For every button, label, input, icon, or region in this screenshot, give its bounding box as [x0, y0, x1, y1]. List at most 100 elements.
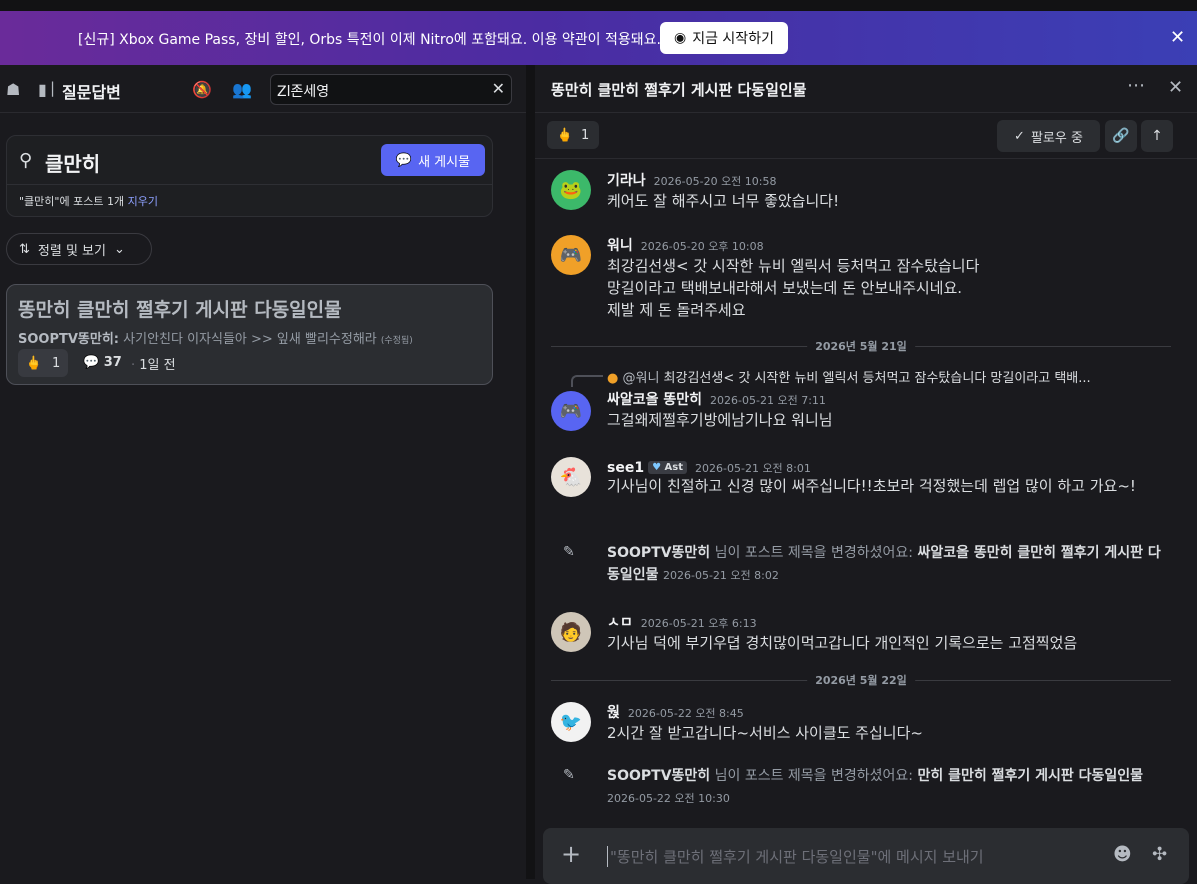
message-text: 기사님이 친절하고 신경 많이 써주십니다!!초보라 걱정했는데 렙업 많이 하…: [607, 477, 1136, 495]
nitro-promo-banner: [신규] Xbox Game Pass, 장비 할인, Orbs 특전이 이제 …: [0, 11, 1197, 65]
message-author[interactable]: 웑: [607, 705, 620, 721]
banner-text: [신규] Xbox Game Pass, 장비 할인, Orbs 특전이 이제 …: [78, 32, 661, 48]
reply-avatar-icon: ●: [607, 371, 619, 386]
avatar[interactable]: 🎮: [551, 391, 591, 431]
post-time: · 1일 전: [131, 354, 176, 373]
message-header: 싸알코올 똥만히 2026-05-21 오전 7:11: [607, 389, 826, 409]
following-button[interactable]: ✓ 팔로우 중: [997, 120, 1100, 152]
post-search-input[interactable]: 클만히: [45, 148, 100, 177]
post-author: SOOPTV똥만히:: [18, 332, 120, 347]
post-search-box: ⚲ 클만히 💬 새 게시물 "클만히"에 포스트 1개 지우기: [6, 135, 493, 217]
system-message-text: SOOPTV똥만히 님이 포스트 제목을 변경하셨어요: 싸알코올 똥만히 클만…: [607, 542, 1167, 587]
thread-reaction[interactable]: 🖕 1: [547, 121, 599, 149]
message-time: 2026-05-21 오전 7:11: [710, 394, 826, 407]
system-author[interactable]: SOOPTV똥만히: [607, 768, 710, 784]
message-author[interactable]: 워니: [607, 238, 633, 254]
message-text: 2시간 잘 받고갑니다~서비스 사이클도 주십니다~: [607, 724, 923, 742]
message-text: 케어도 잘 해주시고 너무 좋았습니다!: [607, 192, 840, 210]
time-dot: ·: [131, 358, 136, 373]
sort-label: 정렬 및 보기: [37, 243, 106, 259]
message-composer: + "똥만히 클만히 쩔후기 게시판 다동일인물"에 메시지 보내기 ☻ ✣: [543, 828, 1189, 884]
post-comment-count: 💬 37: [83, 355, 122, 370]
channel-name: 질문답변: [62, 83, 121, 102]
reply-connector: [571, 375, 603, 387]
comment-count: 37: [103, 355, 122, 370]
new-post-button[interactable]: 💬 새 게시물: [381, 144, 485, 176]
thread-reaction-count: 1: [580, 127, 590, 143]
mute-bell-icon[interactable]: 🔕: [192, 80, 212, 99]
message-text: 최강김선생< 갓 시작한 뉴비 엘릭서 등처먹고 잠수탔습니다 망길이라고 택배…: [607, 257, 980, 319]
message-author[interactable]: 싸알코올 똥만히: [607, 392, 702, 408]
copy-link-icon[interactable]: 🔗: [1105, 120, 1137, 152]
post-reaction[interactable]: 🖕 1: [18, 349, 68, 377]
banner-start-button[interactable]: ◉ 지금 시작하기: [660, 22, 788, 54]
channel-search-input[interactable]: Zl존세영 ✕: [270, 74, 512, 105]
apps-icon[interactable]: ✣: [1152, 844, 1167, 865]
reply-preview[interactable]: ● @워니 최강김선생< 갓 시작한 뉴비 엘릭서 등처먹고 잠수탔습니다 망길…: [607, 367, 1091, 386]
members-icon[interactable]: 👥: [232, 80, 252, 99]
sort-icon: ⇅: [19, 241, 30, 257]
thread-reaction-emoji: 🖕: [556, 127, 573, 143]
reaction-count: 1: [51, 355, 61, 371]
threads-icon[interactable]: ☗: [6, 80, 20, 99]
window-top-strip: [0, 0, 1197, 11]
system-author[interactable]: SOOPTV똥만히: [607, 545, 710, 561]
message-input[interactable]: "똥만히 클만히 쩔후기 게시판 다동일인물"에 메시지 보내기: [607, 846, 984, 867]
system-time: 2026-05-22 오전 10:30: [607, 792, 730, 805]
sort-and-view-button[interactable]: ⇅ 정렬 및 보기 ⌄: [6, 233, 152, 265]
nitro-icon: ◉: [674, 30, 687, 46]
avatar[interactable]: 🎮: [551, 235, 591, 275]
server-tag: Ast: [664, 462, 684, 473]
clear-search-icon[interactable]: ✕: [492, 79, 505, 98]
upload-plus-icon[interactable]: +: [561, 840, 581, 868]
reply-text: 최강김선생< 갓 시작한 뉴비 엘릭서 등처먹고 잠수탔습니다 망길이라고 택배…: [663, 371, 1091, 386]
edited-label: (수정됨): [380, 336, 413, 346]
message-time: 2026-05-20 오전 10:58: [653, 175, 777, 188]
message-author[interactable]: 기라나: [607, 173, 646, 189]
date-separator: 2026년 5월 22일: [551, 672, 1171, 688]
chat-bubble-icon: 💬: [395, 152, 413, 168]
pencil-icon: ✎: [563, 544, 575, 560]
system-action: 님이 포스트 제목을 변경하셨어요:: [710, 768, 918, 784]
thread-toolbar: 🖕 1 ✓ 팔로우 중 🔗 ↑: [535, 113, 1197, 159]
channel-search-value: Zl존세영: [277, 84, 330, 100]
message-text: 기사님 덕에 부기우뎝 경치많이먹고갑니다 개인적인 기록으로는 고점찍었음: [607, 634, 1078, 652]
server-tag-badge: ♥ Ast: [648, 461, 688, 474]
message-header: see1 ♥ Ast 2026-05-21 오전 8:01: [607, 457, 811, 476]
reply-to: @워니: [622, 371, 660, 386]
message-author[interactable]: ㅅㅁ: [607, 615, 633, 631]
date-label: 2026년 5월 21일: [807, 338, 915, 354]
message-header: 기라나 2026-05-20 오전 10:58: [607, 170, 777, 190]
avatar[interactable]: 🐦: [551, 702, 591, 742]
reaction-emoji: 🖕: [25, 355, 42, 371]
system-new-title: 만히 클만히 쩔후기 게시판 다동일인물: [917, 768, 1144, 784]
message-time: 2026-05-22 오전 8:45: [627, 707, 744, 720]
date-label: 2026년 5월 22일: [807, 672, 915, 688]
avatar[interactable]: 🐔: [551, 457, 591, 497]
post-card[interactable]: 똥만히 클만히 쩔후기 게시판 다동일인물 SOOPTV똥만히: 사기안친다 이…: [6, 284, 493, 385]
search-result-count: "클만히"에 포스트 1개 지우기: [19, 193, 158, 209]
emoji-icon[interactable]: ☻: [1113, 844, 1132, 865]
thread-panel: 똥만히 클만히 쩔후기 게시판 다동일인물 ⋯ ✕ 🖕 1 ✓ 팔로우 중 🔗 …: [535, 65, 1197, 884]
post-preview: SOOPTV똥만히: 사기안친다 이자식들아 >> 잎새 빨리수정해라 (수정됨…: [18, 328, 413, 347]
more-options-icon[interactable]: ⋯: [1127, 75, 1145, 96]
clear-results-link[interactable]: 지우기: [128, 195, 158, 208]
chevron-down-icon: ⌄: [113, 241, 125, 257]
search-icon: ⚲: [19, 150, 33, 171]
message-author[interactable]: see1: [607, 460, 644, 476]
post-title: 똥만히 클만히 쩔후기 게시판 다동일인물: [18, 299, 342, 321]
header-divider: |: [50, 79, 56, 97]
message-header: ㅅㅁ 2026-05-21 오후 6:13: [607, 612, 757, 632]
date-separator: 2026년 5월 21일: [551, 338, 1171, 354]
close-thread-icon[interactable]: ✕: [1168, 77, 1183, 98]
forum-channel-panel: ☗ ▮ | 질문답변 🔕 👥 Zl존세영 ✕ ⚲ 클만히 💬 새 게시물 "클만…: [0, 65, 526, 879]
forum-icon: ▮: [38, 80, 47, 99]
pencil-icon: ✎: [563, 767, 575, 783]
panel-divider[interactable]: [526, 65, 535, 879]
banner-close-icon[interactable]: ✕: [1170, 27, 1185, 48]
arrow-up-icon[interactable]: ↑: [1141, 120, 1173, 152]
message-time: 2026-05-21 오후 6:13: [640, 617, 757, 630]
comment-icon: 💬: [83, 355, 100, 370]
avatar[interactable]: 🐸: [551, 170, 591, 210]
avatar[interactable]: 🧑: [551, 612, 591, 652]
